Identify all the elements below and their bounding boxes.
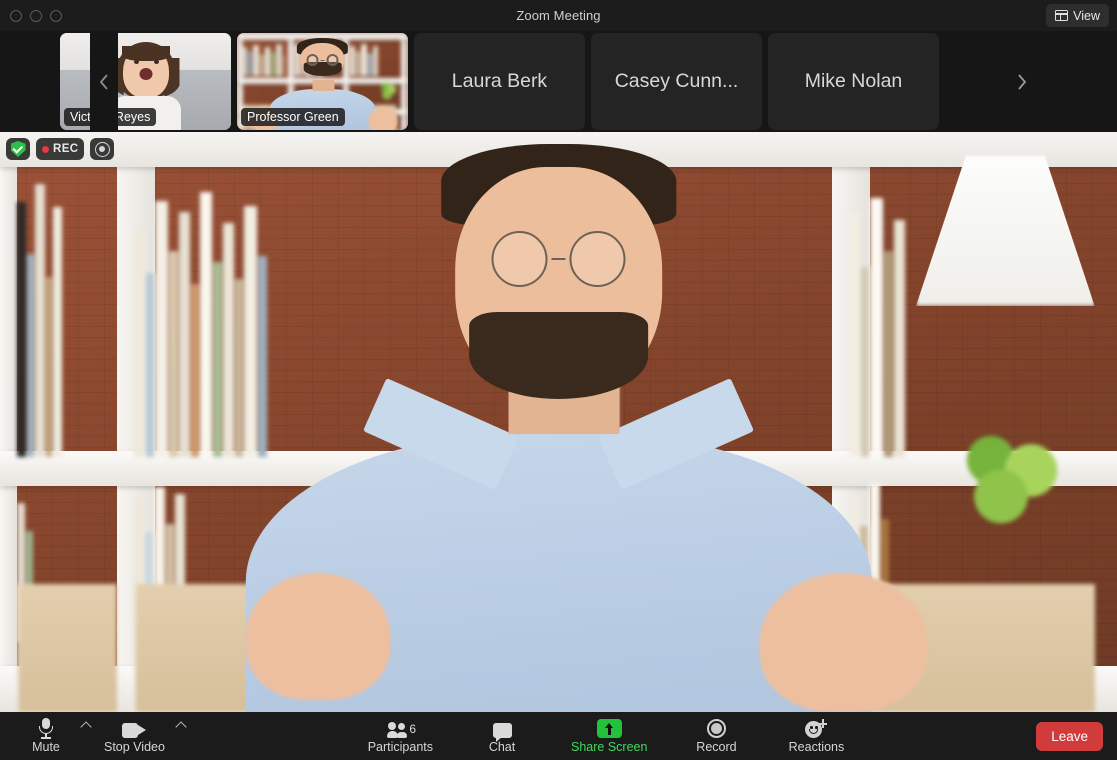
- filmstrip-next-button[interactable]: [1007, 31, 1035, 132]
- share-screen-label: Share Screen: [571, 740, 648, 755]
- thumbnail-name-label: Casey Cunn...: [614, 70, 739, 92]
- stop-video-label: Stop Video: [104, 740, 165, 755]
- chevron-left-icon: [99, 73, 108, 90]
- thumbnail-laura-berk[interactable]: Laura Berk: [414, 33, 585, 130]
- shield-check-icon: [10, 141, 26, 157]
- microphone-icon: [38, 718, 54, 739]
- encryption-badge[interactable]: [6, 138, 30, 160]
- minimize-button[interactable]: [30, 9, 42, 22]
- share-screen-button[interactable]: Share Screen: [571, 712, 647, 760]
- thumbnail-name-label: Laura Berk: [451, 70, 548, 92]
- recording-badge[interactable]: REC: [36, 138, 85, 160]
- record-button[interactable]: Record: [685, 712, 747, 760]
- people-icon: 6: [387, 718, 417, 739]
- mute-button[interactable]: Mute: [22, 712, 92, 760]
- chat-label: Chat: [488, 740, 516, 755]
- thumbnail-mike-nolan[interactable]: Mike Nolan: [768, 33, 939, 130]
- record-label: Record: [696, 740, 737, 755]
- red-dot-icon: [42, 145, 49, 153]
- main-video-stage[interactable]: REC: [0, 132, 1117, 712]
- window-controls[interactable]: [0, 9, 62, 22]
- window-title: Zoom Meeting: [516, 8, 601, 23]
- maximize-button[interactable]: [50, 9, 62, 22]
- chevron-right-icon: [1017, 73, 1026, 90]
- chat-bubble-icon: [492, 718, 512, 743]
- filmstrip-items: Victoria Reyes: [60, 33, 939, 130]
- participant-filmstrip: Victoria Reyes: [0, 31, 1117, 132]
- video-options-chevron-up-icon[interactable]: [175, 721, 187, 733]
- thumbnail-casey-cunningham[interactable]: Casey Cunn...: [591, 33, 762, 130]
- toolbar-left-group: Mute Stop Video: [0, 712, 187, 760]
- recording-control-badge[interactable]: [90, 138, 115, 160]
- filmstrip-prev-button[interactable]: [90, 31, 118, 132]
- zoom-meeting-window: Zoom Meeting View Reyes Professor Green …: [0, 0, 1117, 760]
- reactions-label: Reactions: [788, 740, 845, 755]
- share-arrow-up-icon: [596, 718, 622, 739]
- title-bar: Zoom Meeting View: [0, 0, 1117, 31]
- smiley-plus-icon: [805, 718, 828, 739]
- thumbnail-name-label: Mike Nolan: [804, 70, 903, 92]
- chat-button[interactable]: Chat: [471, 712, 533, 760]
- camera-icon: [122, 718, 147, 739]
- participants-label: Participants: [367, 740, 434, 755]
- view-button[interactable]: View: [1046, 4, 1109, 27]
- view-button-label: View: [1073, 8, 1100, 23]
- record-circle-icon: [94, 141, 110, 157]
- thumbnail-name-label: Professor Green: [241, 108, 345, 126]
- thumbnail-professor-green[interactable]: Professor Green: [237, 33, 408, 130]
- recording-label: REC: [53, 143, 79, 155]
- participants-button[interactable]: 6 Participants: [368, 712, 433, 760]
- stage-badges: REC: [6, 138, 115, 160]
- record-circle-icon: [706, 718, 726, 739]
- participants-count: 6: [409, 722, 417, 737]
- toolbar-center-group: 6 Participants Chat Share Screen Record …: [368, 712, 848, 760]
- thumbnail-victoria-reyes[interactable]: Victoria Reyes: [60, 33, 231, 130]
- reactions-button[interactable]: Reactions: [785, 712, 847, 760]
- mute-options-chevron-up-icon[interactable]: [80, 721, 92, 733]
- mute-label: Mute: [32, 740, 60, 755]
- meeting-toolbar: Mute Stop Video 6 Participants Chat Shar…: [0, 712, 1117, 760]
- main-video-feed: [0, 132, 1117, 712]
- stop-video-button[interactable]: Stop Video: [104, 712, 187, 760]
- leave-button[interactable]: Leave: [1036, 721, 1104, 751]
- layout-grid-icon: [1055, 10, 1069, 21]
- close-button[interactable]: [10, 9, 22, 22]
